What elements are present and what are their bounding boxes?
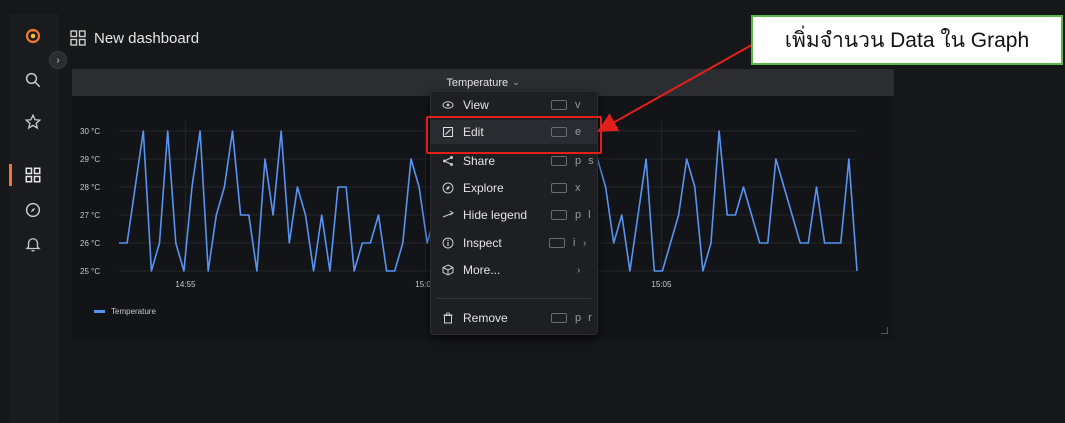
menu-item-shortcut: p s bbox=[575, 155, 596, 167]
menu-item-label: Remove bbox=[463, 311, 508, 325]
menu-item-label: View bbox=[463, 98, 489, 112]
menu-divider bbox=[437, 298, 591, 299]
trash-icon bbox=[441, 311, 455, 325]
sidebar-expand-button[interactable]: › bbox=[49, 51, 67, 69]
x-tick-label: 15:05 bbox=[651, 280, 672, 289]
search-icon[interactable] bbox=[21, 68, 45, 92]
compass-icon bbox=[441, 181, 455, 195]
keyboard-icon bbox=[551, 100, 567, 110]
menu-item-label: Explore bbox=[463, 181, 504, 195]
chevron-right-icon: › bbox=[577, 264, 581, 276]
menu-item-shortcut: i bbox=[573, 237, 578, 249]
explore-compass-icon[interactable] bbox=[21, 198, 45, 222]
sidebar bbox=[9, 14, 58, 423]
dashboard-topbar: New dashboard bbox=[70, 26, 199, 50]
menu-item-label: Inspect bbox=[463, 236, 502, 250]
keyboard-icon bbox=[551, 210, 567, 220]
annotation-callout: เพิ่มจำนวน Data ใน Graph bbox=[751, 15, 1063, 65]
menu-item-inspect[interactable]: Inspect i › bbox=[431, 231, 597, 255]
dashboard-title[interactable]: New dashboard bbox=[94, 30, 199, 47]
y-tick-label: 27 °C bbox=[80, 211, 100, 220]
legend-swatch bbox=[94, 310, 105, 313]
edit-highlight-box bbox=[426, 116, 602, 154]
menu-item-shortcut: p l bbox=[575, 209, 593, 221]
menu-item-label: Hide legend bbox=[463, 208, 528, 222]
keyboard-icon bbox=[549, 238, 565, 248]
menu-item-more[interactable]: More... › bbox=[431, 258, 597, 282]
menu-item-explore[interactable]: Explore x bbox=[431, 176, 597, 200]
active-indicator bbox=[9, 164, 12, 186]
star-icon[interactable] bbox=[21, 110, 45, 134]
menu-item-label: Share bbox=[463, 154, 496, 168]
menu-item-shortcut: v bbox=[575, 99, 583, 111]
y-tick-label: 30 °C bbox=[80, 127, 100, 136]
chevron-right-icon: › bbox=[583, 237, 587, 249]
y-tick-label: 29 °C bbox=[80, 155, 100, 164]
keyboard-icon bbox=[551, 183, 567, 193]
y-tick-label: 26 °C bbox=[80, 239, 100, 248]
menu-item-view[interactable]: View v bbox=[431, 93, 597, 117]
keyboard-icon bbox=[551, 313, 567, 323]
y-tick-label: 28 °C bbox=[80, 183, 100, 192]
panel-resize-handle[interactable] bbox=[881, 327, 888, 334]
menu-item-shortcut: p r bbox=[575, 312, 594, 324]
menu-item-hide-legend[interactable]: Hide legend p l bbox=[431, 203, 597, 227]
y-tick-label: 25 °C bbox=[80, 267, 100, 276]
menu-item-shortcut: x bbox=[575, 182, 583, 194]
grafana-logo-icon[interactable] bbox=[21, 24, 45, 48]
x-tick-label: 14:55 bbox=[175, 280, 196, 289]
info-icon bbox=[441, 236, 455, 250]
eye-icon bbox=[441, 98, 455, 112]
dashboards-icon[interactable] bbox=[21, 163, 45, 187]
callout-text: เพิ่มจำนวน Data ใน Graph bbox=[784, 28, 1030, 52]
share-icon bbox=[441, 154, 455, 168]
menu-item-label: More... bbox=[463, 263, 501, 277]
dashboard-grid-icon bbox=[70, 30, 86, 46]
swap-icon bbox=[441, 208, 455, 222]
chart-legend[interactable]: Temperature bbox=[94, 307, 156, 316]
menu-item-remove[interactable]: Remove p r bbox=[431, 306, 597, 330]
legend-label: Temperature bbox=[111, 307, 156, 316]
cube-icon bbox=[441, 263, 455, 277]
keyboard-icon bbox=[551, 156, 567, 166]
alerting-bell-icon[interactable] bbox=[21, 232, 45, 256]
